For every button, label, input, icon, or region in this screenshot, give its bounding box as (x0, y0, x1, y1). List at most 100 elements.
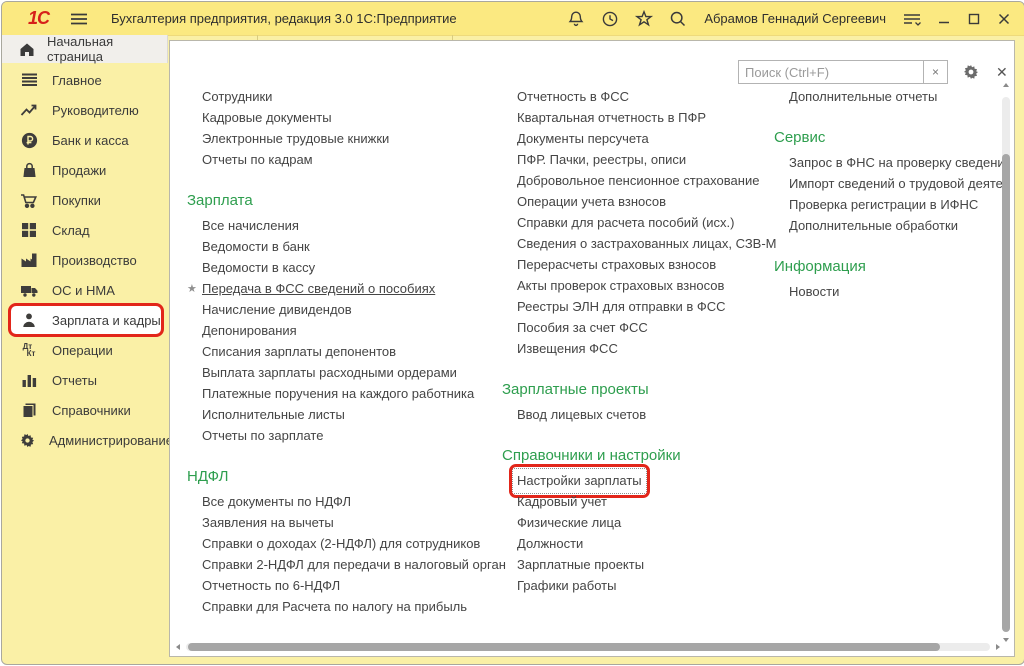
section-header: Зарплатные проекты (502, 379, 797, 400)
menu-link[interactable]: ★Отчеты по зарплате (202, 425, 497, 446)
home-icon (19, 42, 35, 57)
sidebar-item-operacii[interactable]: ДтКт Операции (2, 335, 168, 365)
menu-link[interactable]: ★Электронные трудовые книжки (202, 128, 497, 149)
menu-link[interactable]: ★Отчетность в ФСС (517, 86, 797, 107)
menu-link[interactable]: ★Кадровый учет (517, 491, 797, 512)
sidebar-item-proizvodstvo[interactable]: Производство (2, 245, 168, 275)
menu-link[interactable]: ★Документы персучета (517, 128, 797, 149)
menu-link[interactable]: ★Импорт сведений о трудовой деятельност (789, 173, 1006, 194)
search-icon[interactable] (668, 9, 688, 29)
close-button[interactable] (996, 11, 1012, 27)
settings-gear-icon[interactable] (962, 63, 980, 81)
menu-link[interactable]: ★Все документы по НДФЛ (202, 491, 497, 512)
sidebar-item-pokupki[interactable]: Покупки (2, 185, 168, 215)
favorite-star-icon[interactable]: ★ (187, 279, 202, 300)
sidebar-item-administrirovanie[interactable]: Администрирование (2, 425, 168, 455)
sidebar-item-rukovoditelyu[interactable]: Руководителю (2, 95, 168, 125)
dt-kt-icon: ДтКт (19, 343, 39, 357)
history-icon[interactable] (600, 9, 620, 29)
menu-link[interactable]: ★Запрос в ФНС на проверку сведений рабо (789, 152, 1006, 173)
scroll-left-arrow[interactable] (176, 644, 180, 650)
sidebar-item-sklad[interactable]: Склад (2, 215, 168, 245)
horizontal-scroll-thumb[interactable] (188, 643, 940, 651)
menu-link[interactable]: ★ПФР. Пачки, реестры, описи (517, 149, 797, 170)
menu-link[interactable]: ★Перерасчеты страховых взносов (517, 254, 797, 275)
bar-chart-icon (19, 372, 39, 388)
sidebar-item-zarplata-i-kadry[interactable]: Зарплата и кадры (9, 305, 163, 335)
main-menu-icon[interactable] (69, 10, 89, 28)
service-menu-icon[interactable] (902, 10, 922, 28)
horizontal-scrollbar[interactable] (176, 643, 1000, 651)
factory-icon (19, 252, 39, 268)
sidebar-item-otchety[interactable]: Отчеты (2, 365, 168, 395)
panel-close-icon[interactable]: ✕ (996, 64, 1008, 81)
sidebar-item-os-i-nma[interactable]: ОС и НМА (2, 275, 168, 305)
vertical-scroll-thumb[interactable] (1002, 154, 1010, 632)
menu-link[interactable]: ★Квартальная отчетность в ПФР (517, 107, 797, 128)
scroll-down-arrow[interactable] (1003, 638, 1009, 642)
menu-link[interactable]: ★Сотрудники (202, 86, 497, 107)
section-header: Сервис (774, 127, 1006, 148)
person-icon (19, 312, 39, 328)
menu-link[interactable]: ★Исполнительные листы (202, 404, 497, 425)
menu-link[interactable]: ★Дополнительные обработки (789, 215, 1006, 236)
menu-link[interactable]: ★Должности (517, 533, 797, 554)
section-header: Информация (774, 256, 1006, 277)
maximize-button[interactable] (966, 11, 982, 27)
menu-link[interactable]: ★Отчеты по кадрам (202, 149, 497, 170)
menu-link[interactable]: ★Зарплатные проекты (517, 554, 797, 575)
menu-link[interactable]: ★Справки для расчета пособий (исх.) (517, 212, 797, 233)
menu-link[interactable]: ★Депонирования (202, 320, 497, 341)
cart-icon (19, 192, 39, 209)
menu-link[interactable]: ★Новости (789, 281, 1006, 302)
section-header: Зарплата (187, 190, 497, 211)
menu-link[interactable]: ★Справки 2-НДФЛ для передачи в налоговый… (202, 554, 497, 575)
user-name[interactable]: Абрамов Геннадий Сергеевич (704, 11, 886, 26)
menu-link[interactable]: ★Акты проверок страховых взносов (517, 275, 797, 296)
menu-link[interactable]: ★Справки для Расчета по налогу на прибыл… (202, 596, 497, 617)
menu-link[interactable]: ★Сведения о застрахованных лицах, СЗВ-М (517, 233, 797, 254)
menu-link[interactable]: ★Платежные поручения на каждого работник… (202, 383, 497, 404)
menu-link[interactable]: ★Реестры ЭЛН для отправки в ФСС (517, 296, 797, 317)
menu-link[interactable]: ★Ведомости в кассу (202, 257, 497, 278)
favorites-star-icon[interactable] (634, 9, 654, 29)
home-tab[interactable]: Начальная страница (2, 35, 168, 63)
menu-link[interactable]: ★Физические лица (517, 512, 797, 533)
menu-link[interactable]: ★Выплата зарплаты расходными ордерами (202, 362, 497, 383)
menu-link[interactable]: ★Операции учета взносов (517, 191, 797, 212)
minimize-button[interactable] (936, 11, 952, 27)
scroll-right-arrow[interactable] (996, 644, 1000, 650)
menu-link[interactable]: ★Передача в ФСС сведений о пособиях (202, 278, 497, 299)
menu-link[interactable]: ★Отчетность по 6-НДФЛ (202, 575, 497, 596)
menu-link[interactable]: ★Пособия за счет ФСС (517, 317, 797, 338)
notifications-bell-icon[interactable] (566, 9, 586, 29)
sidebar-item-bank-i-kassa[interactable]: Банк и касса (2, 125, 168, 155)
menu-link[interactable]: ★Кадровые документы (202, 107, 497, 128)
menu-link[interactable]: ★Списания зарплаты депонентов (202, 341, 497, 362)
sidebar-item-spravochniki[interactable]: Справочники (2, 395, 168, 425)
ruble-circle-icon (19, 132, 39, 149)
menu-link[interactable]: ★Добровольное пенсионное страхование (517, 170, 797, 191)
menu-link[interactable]: ★Ведомости в банк (202, 236, 497, 257)
bag-icon (19, 162, 39, 179)
menu-link[interactable]: ★Справки о доходах (2-НДФЛ) для сотрудни… (202, 533, 497, 554)
scroll-up-arrow[interactable] (1003, 83, 1009, 87)
menu-link[interactable]: ★Графики работы (517, 575, 797, 596)
menu-lines-icon (19, 72, 39, 88)
search-clear-button[interactable]: × (923, 60, 948, 84)
trend-chart-icon (19, 102, 39, 118)
sidebar-item-glavnoe[interactable]: Главное (2, 65, 168, 95)
menu-link[interactable]: ★Извещения ФСС (517, 338, 797, 359)
sidebar-item-prodazhi[interactable]: Продажи (2, 155, 168, 185)
menu-link[interactable]: ★Ввод лицевых счетов (517, 404, 797, 425)
menu-link[interactable]: ★Заявления на вычеты (202, 512, 497, 533)
menu-link[interactable]: ★Дополнительные отчеты (789, 86, 1006, 107)
search-input[interactable] (738, 60, 924, 84)
vertical-scrollbar[interactable] (1002, 91, 1010, 634)
section-header: Справочники и настройки (502, 445, 797, 466)
gear-icon (19, 432, 36, 449)
menu-link[interactable]: ★Проверка регистрации в ИФНС (789, 194, 1006, 215)
menu-link[interactable]: ★Все начисления (202, 215, 497, 236)
menu-link[interactable]: ★Настройки зарплаты (517, 470, 797, 491)
menu-link[interactable]: ★Начисление дивидендов (202, 299, 497, 320)
